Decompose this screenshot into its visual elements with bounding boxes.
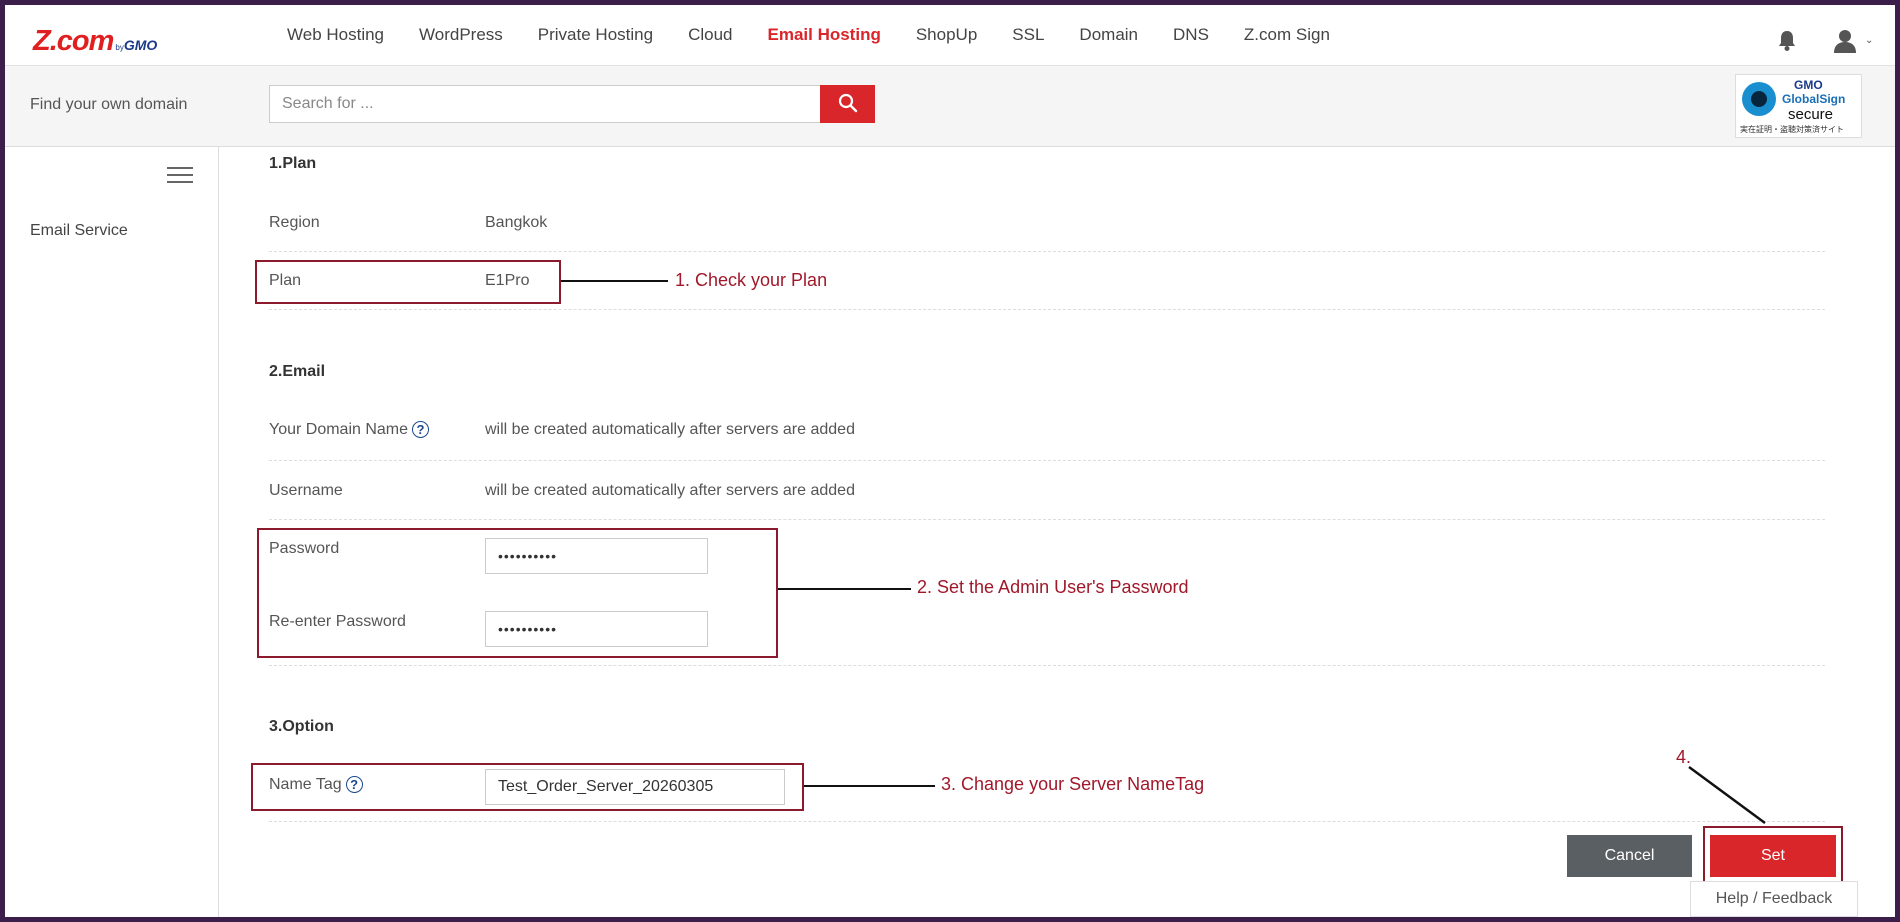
step3-annotation: 3. Change your Server NameTag	[941, 774, 1205, 794]
find-domain-label: Find your own domain	[30, 96, 188, 113]
divider	[269, 460, 1825, 461]
order-form: 1.Plan Region Bangkok Plan E1Pro 2.Email…	[219, 147, 1895, 917]
name-tag-callout-line	[804, 785, 935, 787]
email-section-title: 2.Email	[269, 363, 326, 380]
option-section-title: 3.Option	[269, 718, 334, 735]
plan-section-title: 1.Plan	[269, 155, 317, 172]
nav-wordpress[interactable]: WordPress	[419, 25, 503, 45]
sidebar-item-email-service[interactable]: Email Service	[30, 222, 128, 240]
nav-shopup[interactable]: ShopUp	[916, 25, 977, 45]
main-nav: Web Hosting WordPress Private Hosting Cl…	[287, 25, 1365, 45]
nav-dns[interactable]: DNS	[1173, 25, 1209, 45]
badge-gmo: GMO	[1794, 78, 1823, 92]
domain-search-input[interactable]	[269, 85, 822, 123]
username-value: will be created automatically after serv…	[485, 482, 855, 499]
page: Z.com byGMO Web Hosting WordPress Private…	[5, 5, 1895, 917]
search-icon	[838, 93, 858, 116]
divider	[269, 519, 1825, 520]
top-nav: Z.com byGMO Web Hosting WordPress Private…	[5, 5, 1895, 66]
divider	[269, 309, 1825, 310]
badge-subtext: 実在証明・盗聴対策済サイト	[1740, 125, 1844, 134]
region-value: Bangkok	[485, 214, 548, 231]
set-callout-line	[1688, 765, 1766, 825]
set-button[interactable]: Set	[1710, 835, 1836, 877]
divider	[269, 821, 1825, 822]
logo-by: by	[115, 43, 124, 52]
domain-name-label: Your Domain Name?	[269, 421, 430, 439]
password-highlight-box	[257, 528, 778, 658]
chevron-down-icon[interactable]: ⌄	[1865, 35, 1873, 46]
help-feedback-button[interactable]: Help / Feedback	[1690, 881, 1858, 917]
nav-zcom-sign[interactable]: Z.com Sign	[1244, 25, 1330, 45]
nav-cloud[interactable]: Cloud	[688, 25, 732, 45]
plan-highlight-box	[255, 260, 561, 304]
hamburger-menu-icon[interactable]	[167, 167, 193, 188]
domain-name-value: will be created automatically after serv…	[485, 421, 855, 438]
domain-name-label-text: Your Domain Name	[269, 421, 409, 438]
name-tag-highlight-box	[251, 763, 804, 811]
badge-globalsign: GlobalSign	[1782, 92, 1846, 106]
zcom-logo[interactable]: Z.com byGMO	[33, 25, 158, 57]
nav-web-hosting[interactable]: Web Hosting	[287, 25, 384, 45]
nav-email-hosting[interactable]: Email Hosting	[767, 25, 880, 45]
badge-secure: secure	[1788, 106, 1834, 123]
plan-callout-line	[561, 280, 668, 282]
cancel-button[interactable]: Cancel	[1567, 835, 1692, 877]
globalsign-secure-badge[interactable]: GMO GlobalSign secure 実在証明・盗聴対策済サイト	[1735, 74, 1862, 138]
domain-search-button[interactable]	[820, 85, 875, 123]
password-callout-line	[778, 588, 911, 590]
divider	[269, 251, 1825, 252]
step2-annotation: 2. Set the Admin User's Password	[917, 577, 1189, 597]
nav-domain[interactable]: Domain	[1079, 25, 1138, 45]
nav-private-hosting[interactable]: Private Hosting	[538, 25, 653, 45]
username-label: Username	[269, 482, 343, 499]
step1-annotation: 1. Check your Plan	[675, 270, 828, 290]
nav-ssl[interactable]: SSL	[1012, 25, 1044, 45]
question-circle-icon[interactable]: ?	[412, 421, 430, 438]
domain-search-bar: Find your own domain GMO GlobalSign secu…	[5, 66, 1895, 147]
logo-gmo: GMO	[123, 37, 158, 53]
region-label: Region	[269, 214, 320, 231]
user-icon[interactable]	[1833, 29, 1857, 58]
sidebar: Email Service	[5, 147, 219, 917]
logo-text: Z.com	[33, 25, 114, 57]
bell-icon[interactable]	[1777, 30, 1797, 57]
divider	[269, 665, 1825, 666]
globalsign-eye-icon	[1742, 82, 1776, 116]
